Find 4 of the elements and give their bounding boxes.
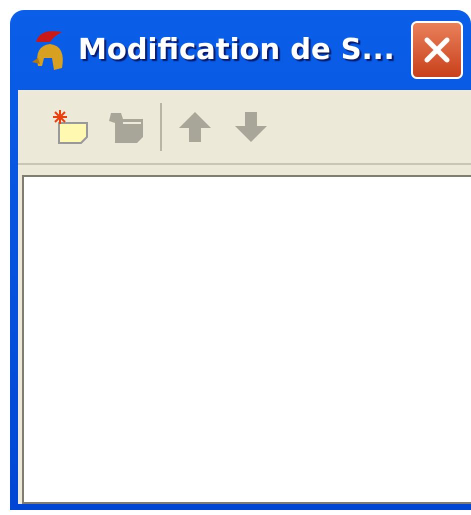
- close-button[interactable]: [411, 21, 463, 79]
- item-list[interactable]: [22, 175, 471, 504]
- close-icon: [422, 35, 452, 65]
- window-title: Modification de S...: [78, 31, 395, 68]
